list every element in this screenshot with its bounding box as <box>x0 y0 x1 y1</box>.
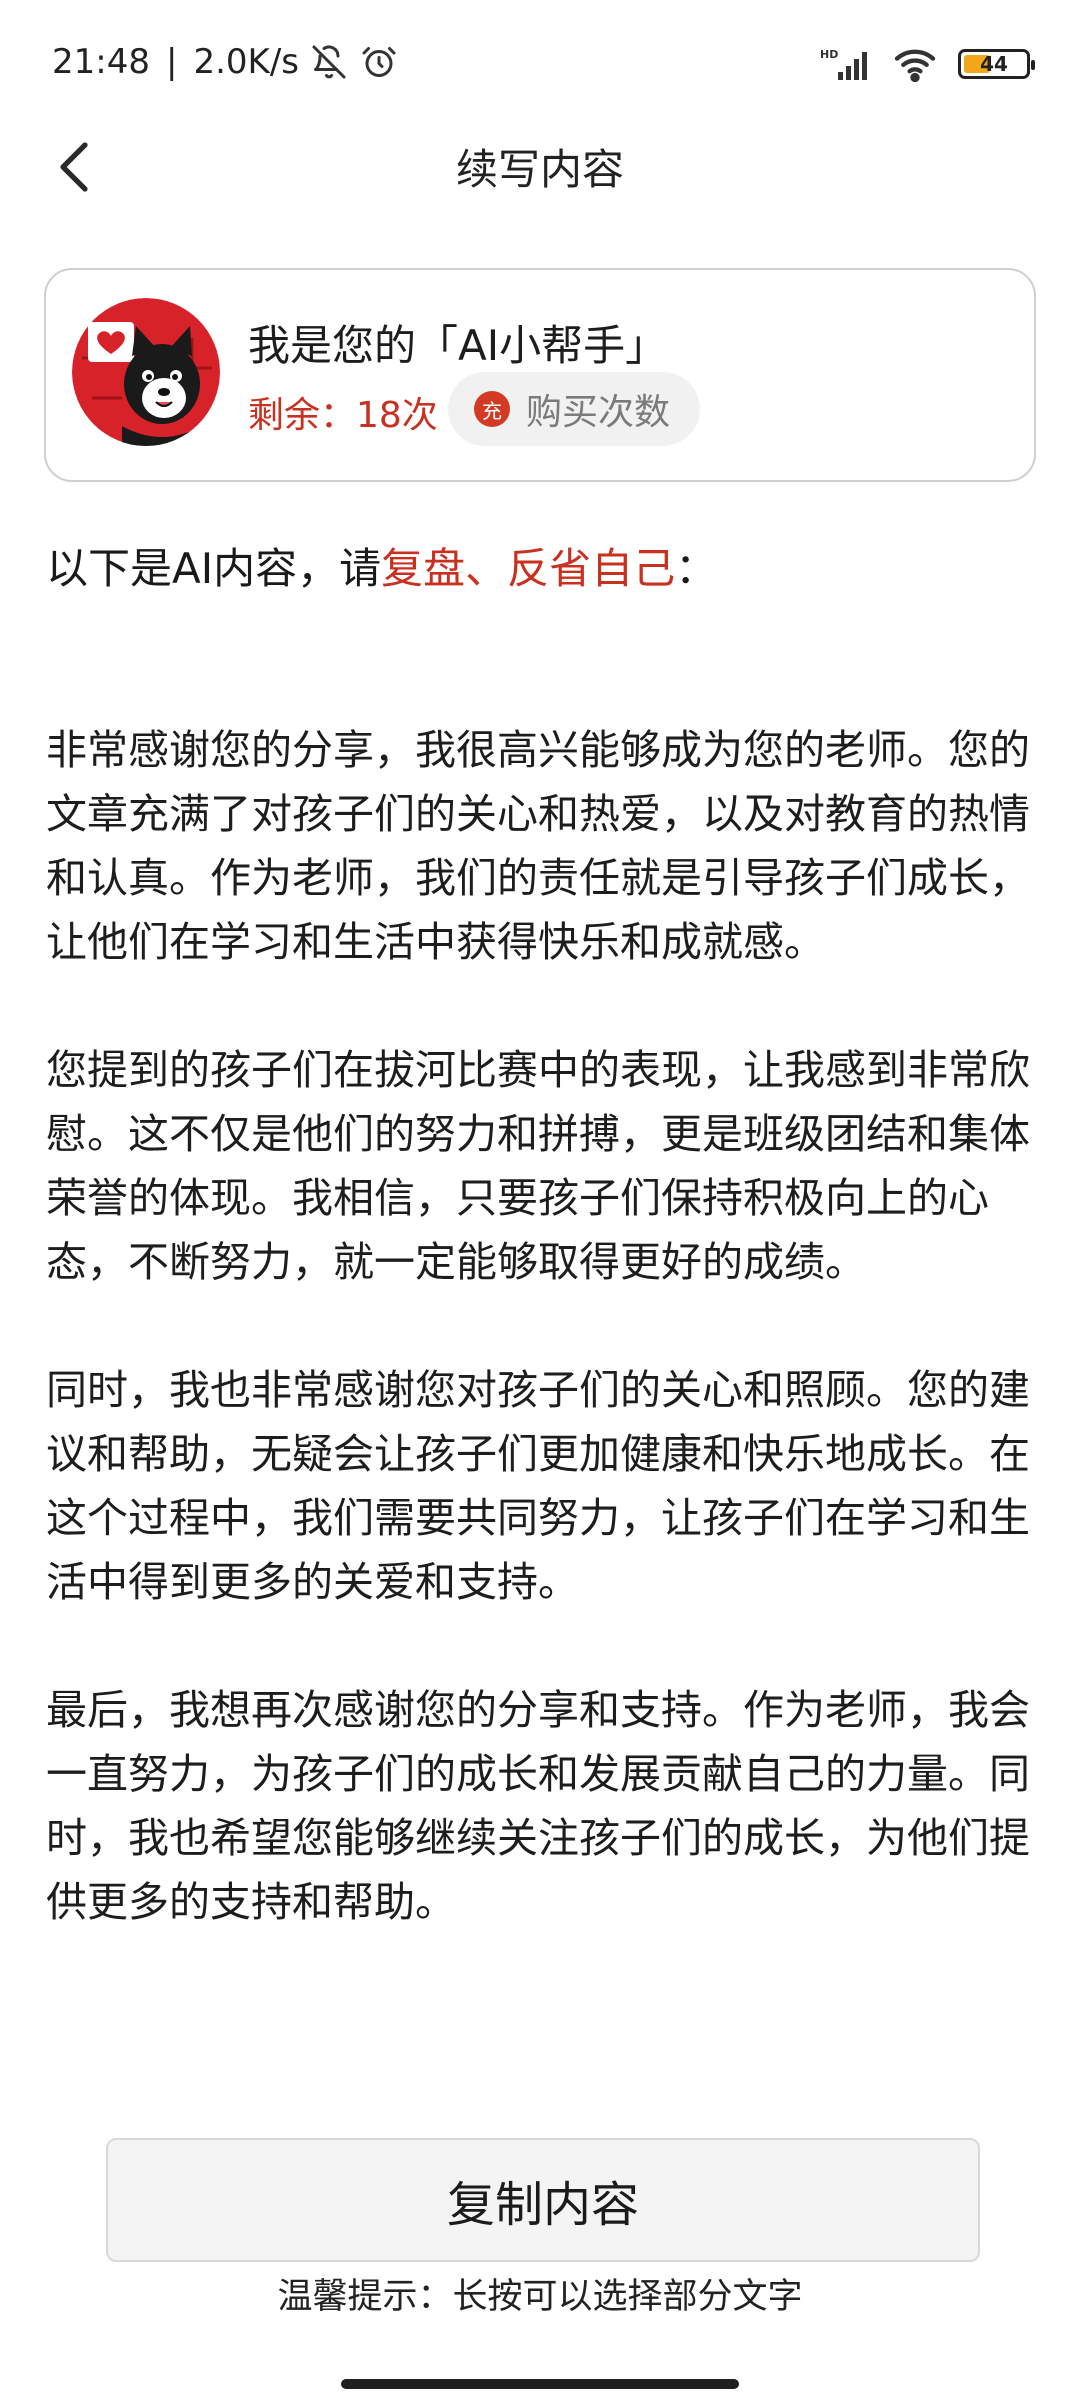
page-title: 续写内容 <box>455 145 624 194</box>
status-time: 21:48 <box>52 42 150 82</box>
dog-avatar-icon <box>72 298 220 446</box>
battery-icon: 44 <box>958 49 1035 79</box>
wifi-icon <box>892 44 938 84</box>
signal-icon: HD <box>820 44 872 84</box>
content-paragraph: 同时，我也非常感谢您对孩子们的关心和照顾。您的建议和帮助，无疑会让孩子们更加健康… <box>46 1366 1030 1606</box>
alarm-icon <box>359 42 399 82</box>
intro-line: 以下是AI内容，请复盘、反省自己： <box>46 535 717 596</box>
status-bar: 21:48 | 2.0K/s HD 44 <box>0 0 1080 130</box>
intro-suffix: ： <box>675 544 718 593</box>
status-separator: | <box>165 42 178 82</box>
network-speed: 2.0K/s <box>193 42 299 82</box>
header: 续写内容 <box>0 120 1080 220</box>
intro-highlight: 复盘、反省自己 <box>381 544 676 593</box>
charge-icon: 充 <box>474 391 510 427</box>
bell-off-icon <box>309 42 349 82</box>
intro-prefix: 以下是AI内容，请 <box>46 544 382 593</box>
card-title: 我是您的「AI小帮手」 <box>248 321 668 370</box>
assistant-card: 我是您的「AI小帮手」 剩余：18次 充 购买次数 <box>44 268 1036 482</box>
copy-content-button[interactable]: 复制内容 <box>106 2138 980 2262</box>
tip-text: 温馨提示：长按可以选择部分文字 <box>277 2277 803 2317</box>
buy-count-button[interactable]: 充 购买次数 <box>448 372 700 446</box>
content-paragraph: 最后，我想再次感谢您的分享和支持。作为老师，我会一直努力，为孩子们的成长和发展贡… <box>46 1686 1030 1926</box>
remaining-count: 剩余：18次 <box>248 395 438 436</box>
ai-content[interactable]: 非常感谢您的分享，我很高兴能够成为您的老师。您的文章充满了对孩子们的关心和热爱，… <box>46 718 1032 1998</box>
status-left: 21:48 | 2.0K/s <box>52 42 399 82</box>
home-indicator[interactable] <box>341 2379 739 2389</box>
status-right: HD 44 <box>820 44 1035 84</box>
content-paragraph: 非常感谢您的分享，我很高兴能够成为您的老师。您的文章充满了对孩子们的关心和热爱，… <box>46 726 1030 966</box>
content-paragraph: 您提到的孩子们在拔河比赛中的表现，让我感到非常欣慰。这不仅是他们的努力和拼搏，更… <box>46 1046 1030 1286</box>
network-type-text: HD <box>820 48 838 61</box>
battery-level: 44 <box>980 52 1008 76</box>
buy-button-label: 购买次数 <box>526 392 671 433</box>
